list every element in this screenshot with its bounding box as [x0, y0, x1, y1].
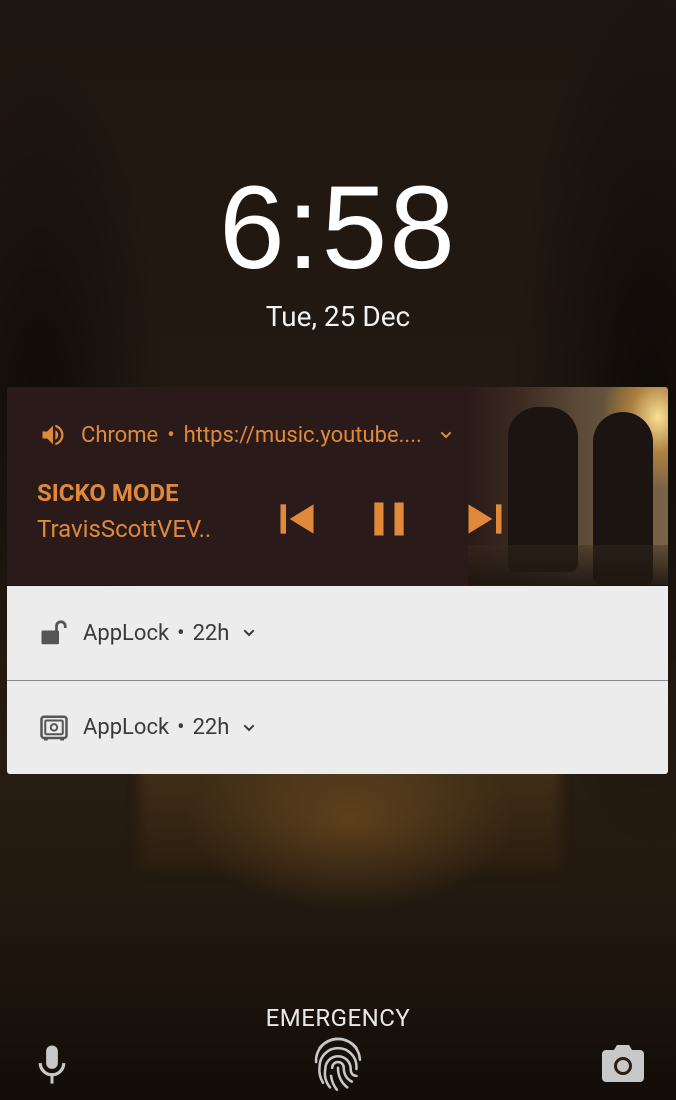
- safe-icon: [40, 715, 68, 740]
- media-source-url: https://music.youtube....: [183, 422, 422, 448]
- wallpaper-glow: [140, 760, 560, 870]
- notification-time: 22h: [192, 620, 230, 646]
- pause-icon: [374, 502, 404, 536]
- previous-button[interactable]: [275, 497, 319, 541]
- notification-separator: •: [177, 715, 185, 740]
- chevron-down-icon[interactable]: [438, 427, 454, 443]
- media-app-name: Chrome: [81, 422, 159, 448]
- pause-button[interactable]: [367, 497, 411, 541]
- fingerprint-icon[interactable]: [310, 1032, 366, 1092]
- notification-app-name: AppLock: [83, 620, 170, 646]
- media-artist: TravisScottVEV..: [37, 515, 212, 543]
- album-art: [468, 387, 668, 585]
- media-title: SICKO MODE: [37, 479, 179, 507]
- next-icon: [468, 504, 502, 534]
- notification-separator: •: [177, 620, 185, 646]
- emergency-button[interactable]: EMERGENCY: [0, 1004, 676, 1032]
- applock-notification[interactable]: AppLock • 22h: [7, 586, 668, 680]
- notification-time: 22h: [192, 715, 230, 740]
- media-separator: •: [167, 422, 175, 448]
- unlock-icon: [41, 620, 67, 645]
- next-button[interactable]: [463, 497, 507, 541]
- lockscreen-clock: 6:58: [219, 162, 457, 294]
- previous-icon: [280, 504, 314, 534]
- volume-icon: [42, 424, 64, 446]
- media-notification[interactable]: Chrome • https://music.youtube.... SICKO…: [7, 387, 668, 585]
- microphone-icon[interactable]: [34, 1044, 70, 1088]
- notification-app-name: AppLock: [83, 715, 170, 740]
- media-header: Chrome • https://music.youtube....: [39, 421, 454, 449]
- applock-notification[interactable]: AppLock • 22h: [7, 681, 668, 774]
- chevron-down-icon[interactable]: [241, 720, 257, 736]
- chevron-down-icon[interactable]: [241, 625, 257, 641]
- camera-icon[interactable]: [600, 1044, 646, 1084]
- lockscreen-date: Tue, 25 Dec: [265, 300, 411, 333]
